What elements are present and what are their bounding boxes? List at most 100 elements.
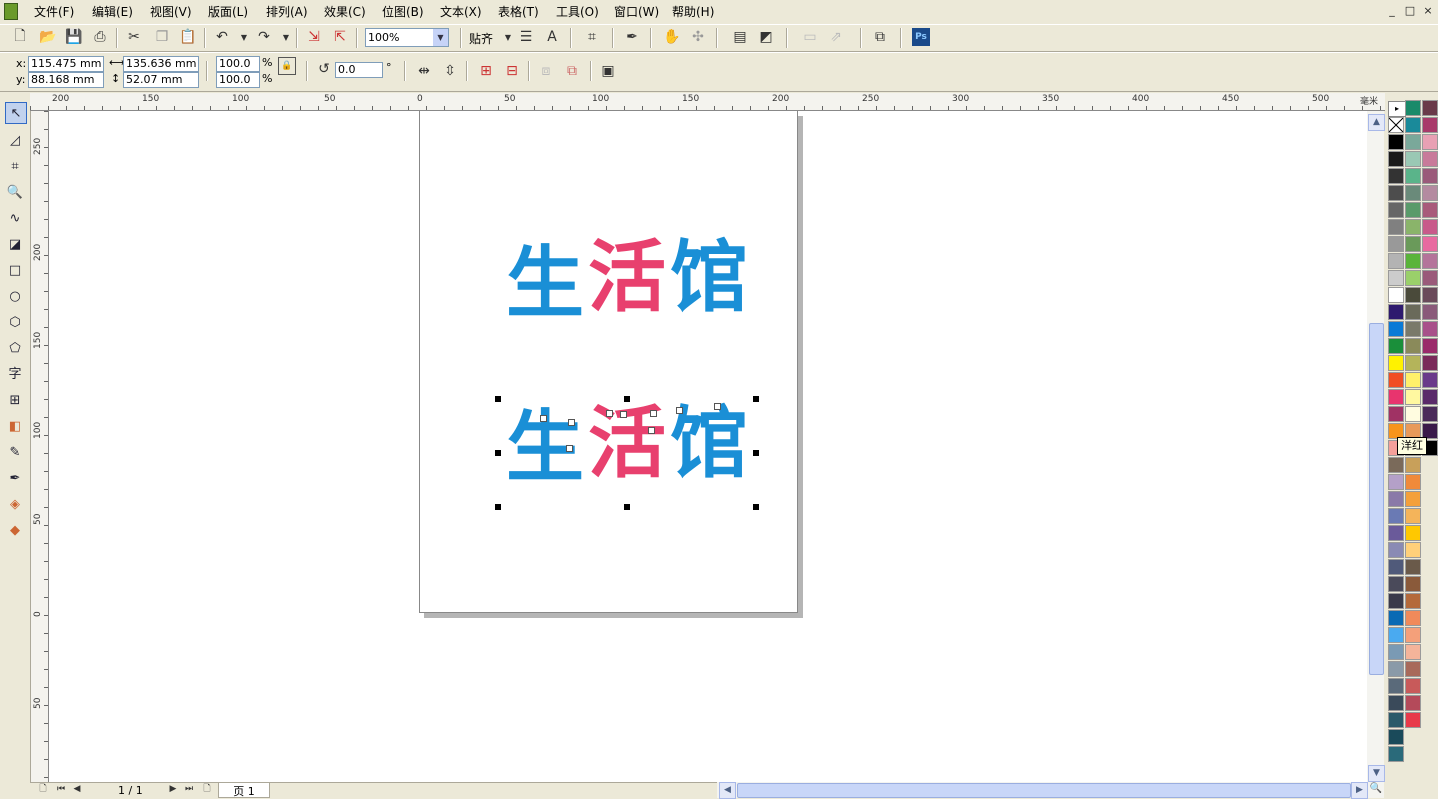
rotate-icon[interactable]: ↺: [316, 61, 332, 77]
color-swatch[interactable]: [1405, 610, 1421, 626]
menu-text[interactable]: 文本(X): [440, 3, 482, 20]
color-swatch[interactable]: [1388, 729, 1404, 745]
print-icon[interactable]: ⎙: [90, 27, 110, 47]
color-swatch[interactable]: [1388, 389, 1404, 405]
break-apart-icon[interactable]: ⧉: [562, 61, 582, 81]
color-swatch[interactable]: [1405, 253, 1421, 269]
combine-icon[interactable]: ⧈: [536, 61, 556, 81]
color-swatch[interactable]: [1405, 304, 1421, 320]
color-swatch[interactable]: [1388, 287, 1404, 303]
menu-help[interactable]: 帮助(H): [672, 3, 714, 20]
color-swatch[interactable]: [1422, 134, 1438, 150]
page-tab[interactable]: 页 1: [218, 783, 270, 798]
menu-arrange[interactable]: 排列(A): [266, 3, 308, 20]
new-document-icon[interactable]: 🗋: [10, 27, 30, 47]
color-swatch[interactable]: [1422, 168, 1438, 184]
menu-bitmaps[interactable]: 位图(B): [382, 3, 424, 20]
color-swatch[interactable]: [1422, 338, 1438, 354]
vertical-scrollbar[interactable]: ▲ ▼: [1367, 111, 1385, 782]
selection-handle[interactable]: [753, 504, 759, 510]
selection-handle[interactable]: [495, 450, 501, 456]
color-swatch[interactable]: [1405, 542, 1421, 558]
color-swatch[interactable]: [1388, 610, 1404, 626]
color-swatch[interactable]: [1405, 712, 1421, 728]
menu-tools[interactable]: 工具(O): [556, 3, 599, 20]
menu-window[interactable]: 窗口(W): [614, 3, 659, 20]
fill-bucket-icon[interactable]: ◈: [5, 494, 25, 514]
undo-dropdown-icon[interactable]: ▼: [234, 27, 254, 47]
color-swatch[interactable]: [1405, 287, 1421, 303]
color-swatch[interactable]: [1405, 474, 1421, 490]
publish-icon[interactable]: ▭: [800, 27, 820, 47]
selection-handle[interactable]: [624, 504, 630, 510]
interactive-blend-icon[interactable]: ◧: [5, 416, 25, 436]
smart-fill-icon[interactable]: ◪: [5, 234, 25, 254]
add-page-before-icon[interactable]: 🗋: [36, 781, 50, 797]
color-swatch[interactable]: [1388, 559, 1404, 575]
x-position-field[interactable]: 115.475 mm: [28, 56, 104, 72]
color-swatch[interactable]: [1388, 525, 1404, 541]
palette-flyout-icon[interactable]: ▸: [1388, 101, 1406, 117]
interactive-fill-icon[interactable]: ◆: [5, 520, 25, 540]
scroll-up-icon[interactable]: ▲: [1368, 114, 1385, 131]
color-swatch[interactable]: [1388, 695, 1404, 711]
text-tool-icon[interactable]: 字: [5, 362, 25, 382]
color-swatch[interactable]: [1422, 202, 1438, 218]
rotation-field[interactable]: 0.0: [335, 62, 383, 78]
mirror-horizontal-icon[interactable]: ⇹: [414, 61, 434, 81]
cut-icon[interactable]: ✂: [124, 27, 144, 47]
color-swatch[interactable]: [1388, 168, 1404, 184]
export-web-icon[interactable]: ⇗: [826, 27, 846, 47]
color-swatch[interactable]: [1405, 202, 1421, 218]
color-swatch[interactable]: [1422, 151, 1438, 167]
color-swatch[interactable]: [1422, 117, 1438, 133]
color-swatch[interactable]: [1388, 406, 1404, 422]
restore-button[interactable]: □: [1403, 4, 1417, 17]
color-swatch[interactable]: [1388, 321, 1404, 337]
color-swatch[interactable]: [1422, 219, 1438, 235]
basic-shapes-icon[interactable]: ⬠: [5, 338, 25, 358]
color-swatch[interactable]: [1388, 270, 1404, 286]
import-icon[interactable]: ⇲: [304, 27, 324, 47]
document-page[interactable]: 生 活 馆 生 活 馆: [419, 111, 798, 613]
color-swatch[interactable]: [1388, 491, 1404, 507]
welcome-screen-icon[interactable]: ⌗: [582, 27, 602, 47]
color-swatch[interactable]: [1388, 661, 1404, 677]
menu-view[interactable]: 视图(V): [150, 3, 192, 20]
crop-tool-icon[interactable]: ⌗: [5, 156, 25, 176]
node-marker[interactable]: [714, 403, 721, 410]
color-swatch[interactable]: [1388, 134, 1404, 150]
color-swatch[interactable]: [1405, 627, 1421, 643]
open-folder-icon[interactable]: 📂: [38, 27, 58, 47]
color-swatch[interactable]: [1405, 355, 1421, 371]
paste-icon[interactable]: 📋: [178, 27, 198, 47]
node-marker[interactable]: [620, 411, 627, 418]
color-swatch[interactable]: [1388, 508, 1404, 524]
shape-tool-icon[interactable]: ◿: [5, 130, 25, 150]
polygon-tool-icon[interactable]: ⬡: [5, 312, 25, 332]
color-swatch[interactable]: [1405, 236, 1421, 252]
logo-artwork[interactable]: 生 活 馆: [506, 239, 756, 339]
ellipse-tool-icon[interactable]: ○: [5, 286, 25, 306]
color-swatch[interactable]: [1388, 542, 1404, 558]
color-swatch[interactable]: [1388, 202, 1404, 218]
save-icon[interactable]: 💾: [64, 27, 84, 47]
scale-x-field[interactable]: 100.0: [216, 56, 260, 72]
color-swatch[interactable]: [1405, 168, 1421, 184]
menu-effects[interactable]: 效果(C): [324, 3, 366, 20]
color-swatch[interactable]: [1405, 321, 1421, 337]
node-marker[interactable]: [568, 419, 575, 426]
color-swatch[interactable]: [1388, 678, 1404, 694]
node-marker[interactable]: [606, 410, 613, 417]
color-swatch[interactable]: [1388, 185, 1404, 201]
y-position-field[interactable]: 88.168 mm: [28, 72, 104, 88]
mirror-vertical-icon[interactable]: ⇳: [440, 61, 460, 81]
outline-pen-icon[interactable]: ✒: [5, 468, 25, 488]
snap-dropdown-icon[interactable]: ▼: [498, 27, 518, 47]
add-page-after-icon[interactable]: 🗋: [200, 781, 214, 797]
prev-page-icon[interactable]: ◀: [70, 781, 84, 797]
target-icon[interactable]: ✣: [688, 27, 708, 47]
node-marker[interactable]: [650, 410, 657, 417]
color-swatch[interactable]: [1422, 100, 1438, 116]
zoom-select[interactable]: 100% ▼: [365, 28, 449, 47]
